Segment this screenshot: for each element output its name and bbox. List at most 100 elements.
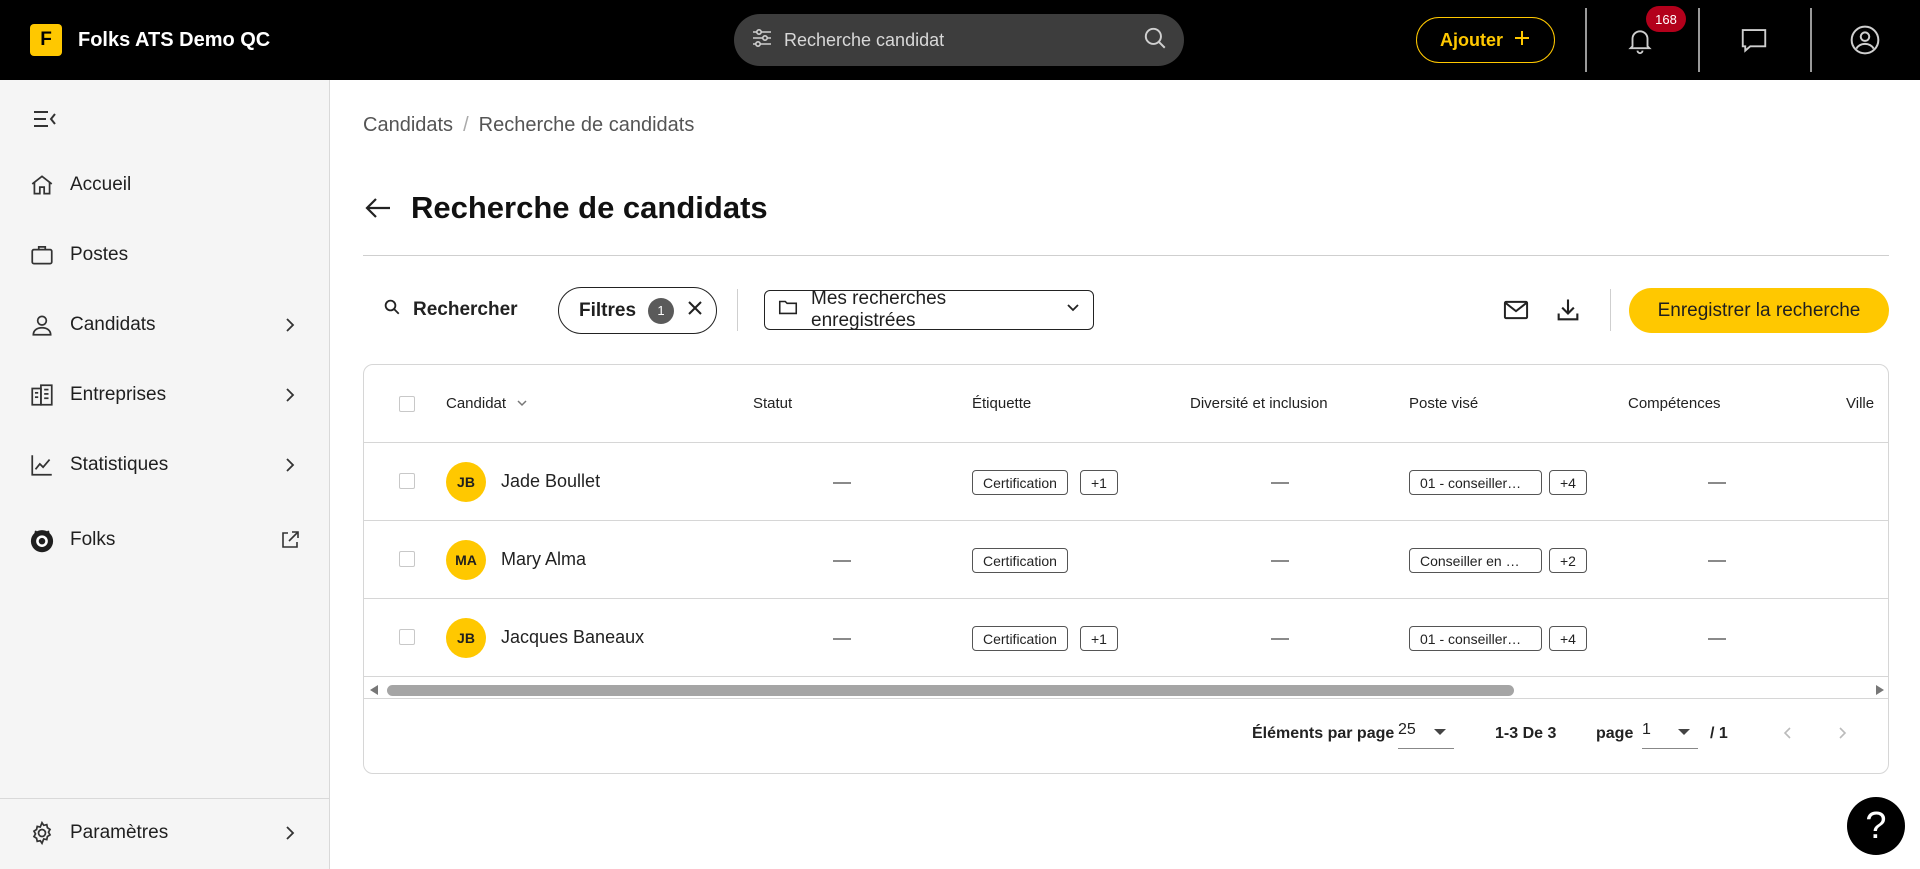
rechercher-button[interactable]: Rechercher — [383, 285, 518, 335]
next-page-icon[interactable] — [1832, 723, 1852, 743]
avatar: MA — [446, 540, 486, 580]
select-all-checkbox[interactable] — [399, 396, 415, 412]
topbar-divider — [1698, 8, 1700, 72]
empty-diversite — [1271, 638, 1289, 640]
candidate-search-box — [734, 14, 1184, 66]
candidate-name[interactable]: Mary Alma — [501, 549, 586, 570]
candidate-search-input[interactable] — [784, 29, 1142, 51]
page-total: / 1 — [1710, 725, 1728, 742]
saved-searches-label: Mes recherches enregistrées — [811, 288, 947, 331]
filter-sliders-icon[interactable] — [750, 26, 774, 55]
toolbar-divider — [737, 289, 738, 331]
sidebar-item-accueil[interactable]: Accueil — [0, 160, 330, 210]
sidebar-item-parametres[interactable]: Paramètres — [0, 808, 330, 858]
tag-chip: Certification — [972, 470, 1068, 495]
building-icon — [28, 381, 56, 409]
sidebar-item-postes[interactable]: Postes — [0, 230, 330, 280]
previous-page-icon[interactable] — [1778, 723, 1798, 743]
sidebar-item-statistiques[interactable]: Statistiques — [0, 440, 330, 490]
caret-down-icon — [1678, 729, 1690, 735]
page-label: page — [1596, 725, 1634, 742]
page-select[interactable]: 1 — [1642, 721, 1698, 749]
sidebar-item-label: Postes — [70, 244, 129, 265]
post-more-chip[interactable]: +4 — [1549, 470, 1587, 495]
sidebar-item-label: Accueil — [70, 174, 132, 195]
table-row[interactable]: JB Jacques Baneaux Certification +1 01 -… — [364, 599, 1888, 677]
sidebar-item-candidats[interactable]: Candidats — [0, 300, 330, 350]
per-page-label: Éléments par page — [1252, 725, 1395, 742]
folder-icon — [777, 296, 799, 324]
close-icon[interactable] — [686, 299, 704, 323]
column-header-competences[interactable]: Compétences — [1628, 395, 1721, 412]
empty-statut — [833, 560, 851, 562]
page-title: Recherche de candidats — [411, 190, 768, 225]
candidates-table-card: Candidat Statut Étiquette Diversité et i… — [363, 364, 1889, 774]
empty-statut — [833, 482, 851, 484]
page-header: Recherche de candidats — [363, 190, 768, 226]
sidebar-item-label: Entreprises — [70, 384, 167, 405]
empty-diversite — [1271, 560, 1289, 562]
tag-chip: Certification — [972, 626, 1068, 651]
scroll-right-arrow-icon[interactable] — [1876, 685, 1884, 695]
column-header-statut[interactable]: Statut — [753, 395, 792, 412]
app-name: Folks ATS Demo QC — [78, 28, 271, 51]
saved-searches-dropdown[interactable]: Mes recherches enregistrées — [764, 288, 1094, 331]
table-header: Candidat Statut Étiquette Diversité et i… — [364, 365, 1888, 443]
empty-statut — [833, 638, 851, 640]
candidate-name[interactable]: Jacques Baneaux — [501, 627, 644, 648]
tag-more-chip[interactable]: +1 — [1080, 470, 1118, 495]
mail-icon[interactable] — [1498, 292, 1534, 328]
table-row[interactable]: JB Jade Boullet Certification +1 01 - co… — [364, 443, 1888, 521]
row-checkbox[interactable] — [399, 473, 415, 489]
row-checkbox[interactable] — [399, 551, 415, 567]
chevron-right-icon — [278, 313, 302, 337]
post-more-chip[interactable]: +2 — [1549, 548, 1587, 573]
title-divider — [363, 255, 1889, 256]
sidebar-item-entreprises[interactable]: Entreprises — [0, 370, 330, 420]
filters-chip[interactable]: Filtres 1 — [558, 287, 718, 334]
user-account-icon[interactable] — [1845, 20, 1885, 60]
column-header-etiquette[interactable]: Étiquette — [972, 395, 1031, 412]
add-button[interactable]: Ajouter — [1416, 17, 1555, 63]
brand[interactable]: F Folks ATS Demo QC — [30, 24, 270, 56]
notification-badge: 168 — [1646, 6, 1686, 32]
table-footer-divider — [364, 698, 1888, 699]
empty-competences — [1708, 638, 1726, 640]
scroll-left-arrow-icon[interactable] — [370, 685, 378, 695]
sidebar-item-label: Folks — [70, 529, 116, 550]
breadcrumb-separator: / — [463, 114, 469, 136]
back-arrow-icon[interactable] — [363, 193, 393, 223]
column-header-ville[interactable]: Ville — [1846, 395, 1874, 412]
sidebar-item-label: Candidats — [70, 314, 156, 335]
column-header-poste-vise[interactable]: Poste visé — [1409, 395, 1478, 412]
row-checkbox[interactable] — [399, 629, 415, 645]
table-row[interactable]: MA Mary Alma Certification Conseiller en… — [364, 521, 1888, 599]
sidebar-item-folks[interactable]: Folks — [0, 515, 330, 565]
toolbar-divider — [1610, 289, 1611, 331]
breadcrumb-candidats[interactable]: Candidats — [363, 114, 453, 137]
sidebar-item-label: Paramètres — [70, 822, 169, 843]
tag-chip: Certification — [972, 548, 1068, 573]
tag-more-chip[interactable]: +1 — [1080, 626, 1118, 651]
save-search-button[interactable]: Enregistrer la recherche — [1629, 288, 1889, 333]
gear-icon — [28, 819, 56, 847]
chat-icon[interactable] — [1734, 20, 1774, 60]
per-page-select[interactable]: 25 — [1398, 721, 1454, 749]
range-label: 1-3 De 3 — [1495, 725, 1557, 742]
help-button[interactable]: ? — [1847, 797, 1905, 855]
column-header-diversite[interactable]: Diversité et inclusion — [1190, 395, 1328, 412]
rechercher-label: Rechercher — [413, 299, 518, 320]
scrollbar-thumb[interactable] — [387, 685, 1514, 696]
post-chip: 01 - conseiller… — [1409, 626, 1542, 651]
plus-icon — [1513, 29, 1531, 52]
collapse-menu-icon[interactable] — [32, 106, 58, 132]
download-icon[interactable] — [1550, 292, 1586, 328]
external-link-icon — [278, 528, 302, 552]
post-more-chip[interactable]: +4 — [1549, 626, 1587, 651]
chevron-right-icon — [278, 453, 302, 477]
candidate-name[interactable]: Jade Boullet — [501, 471, 600, 492]
horizontal-scrollbar[interactable] — [364, 682, 1888, 698]
topbar-divider — [1585, 8, 1587, 72]
search-icon[interactable] — [1142, 25, 1168, 56]
column-header-candidat[interactable]: Candidat — [446, 395, 528, 413]
